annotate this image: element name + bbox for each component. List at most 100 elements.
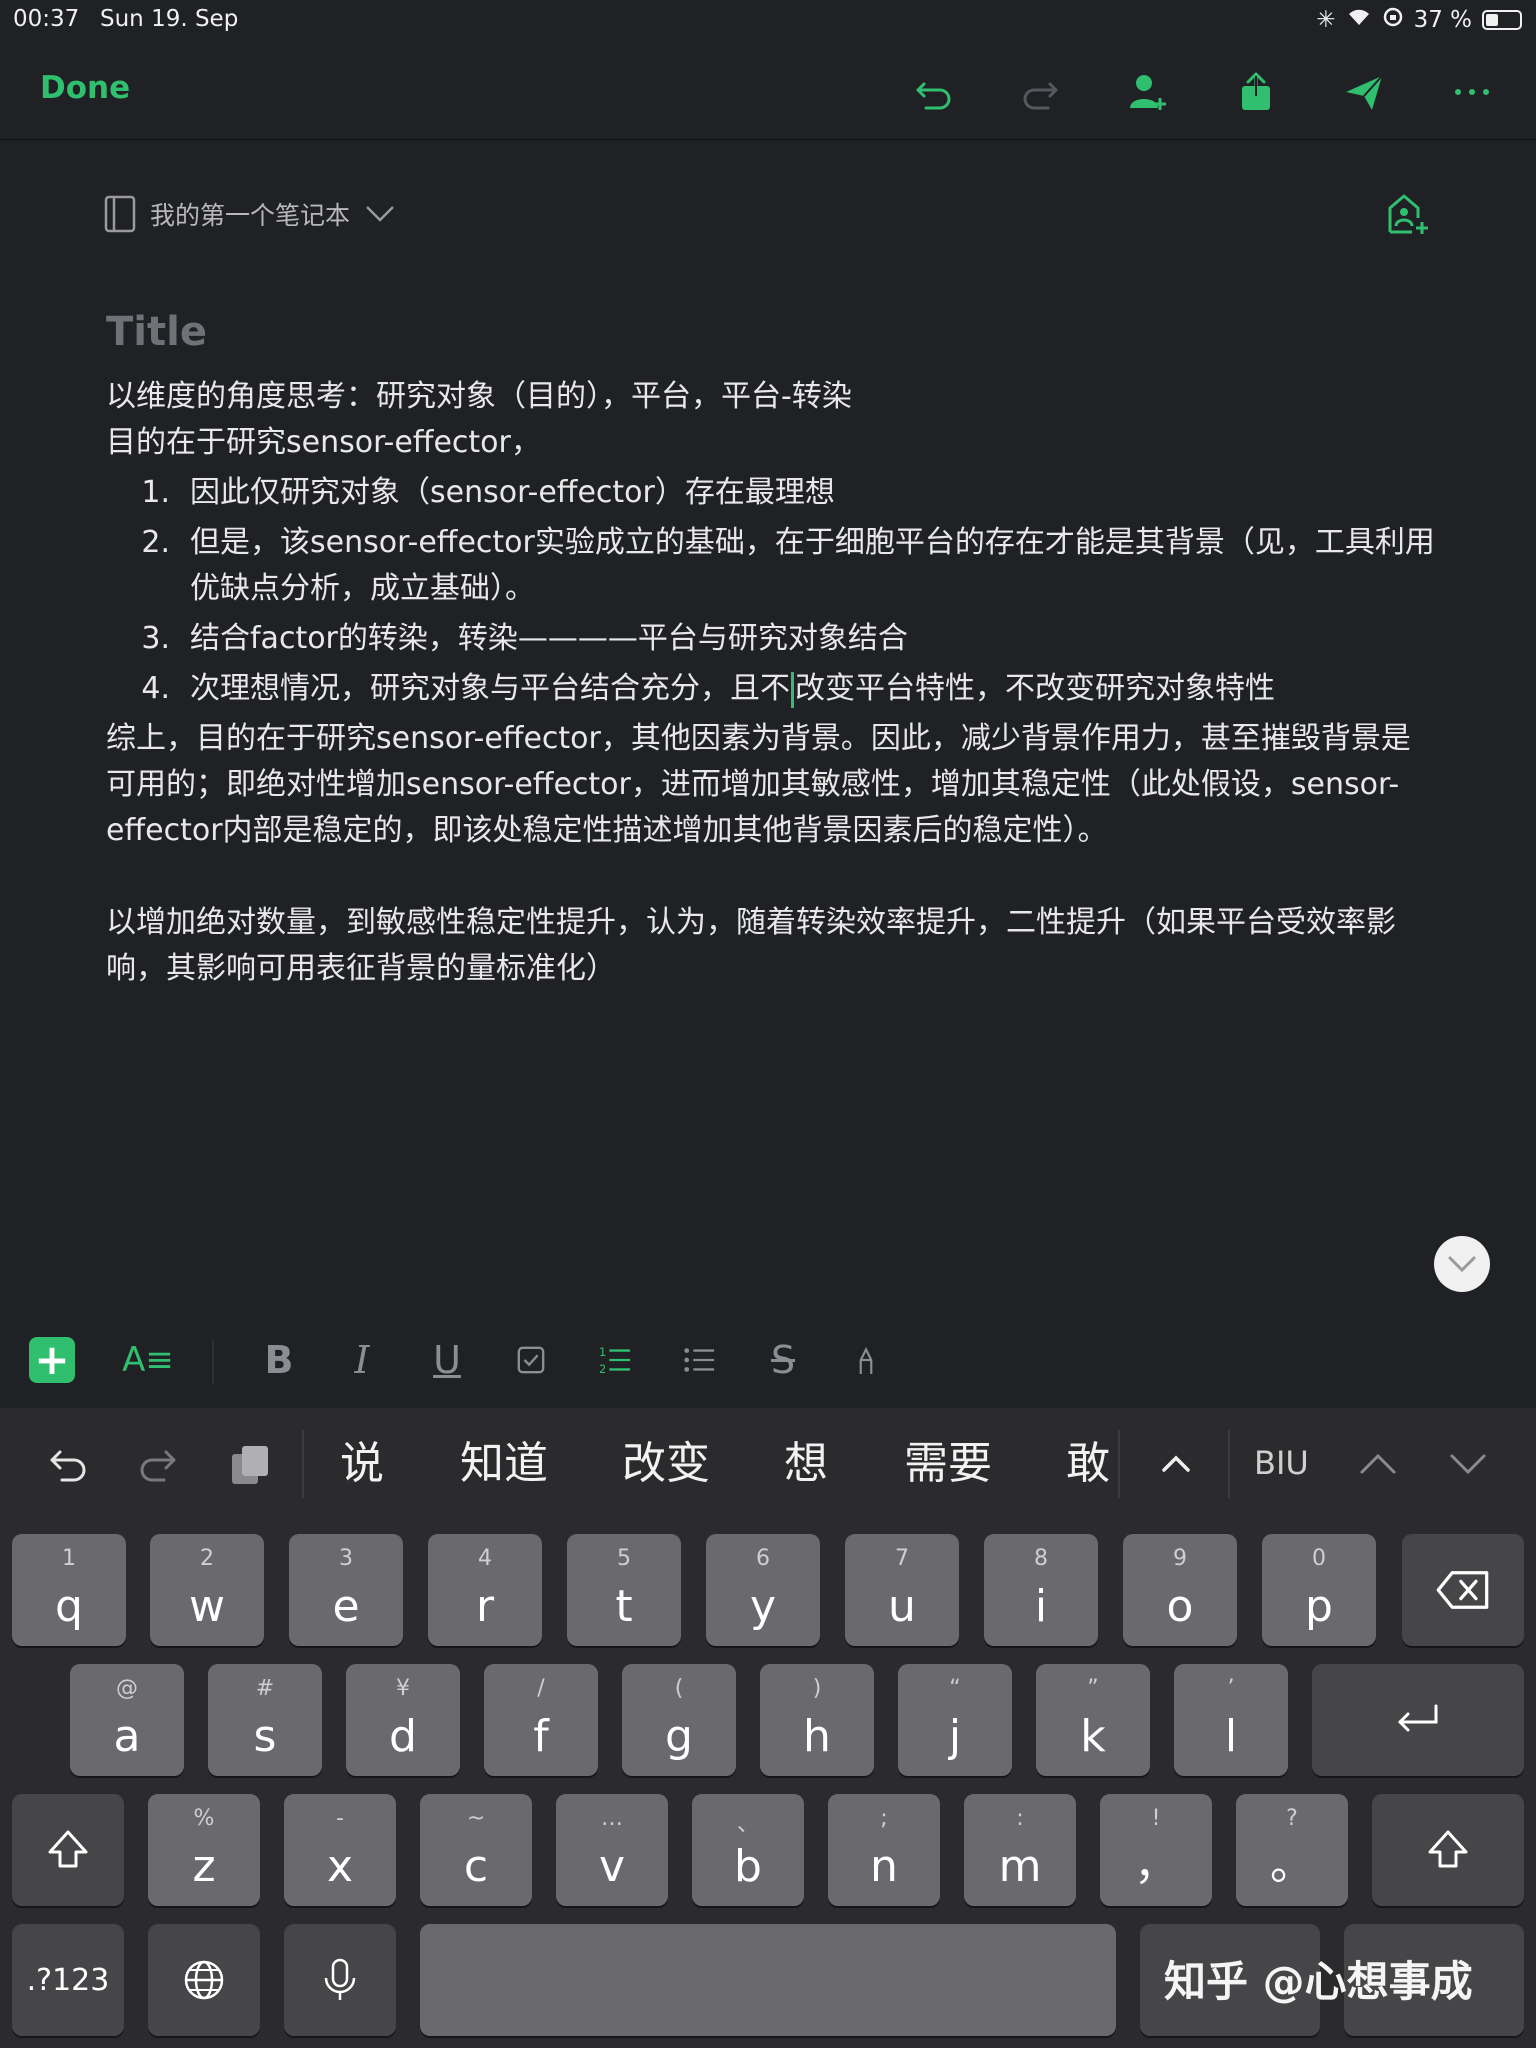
strikethrough-icon[interactable]: S (757, 1334, 809, 1386)
redo-icon[interactable] (1012, 64, 1068, 120)
key-t[interactable]: 5t (567, 1534, 681, 1646)
key-x[interactable]: -x (284, 1794, 396, 1906)
key-g[interactable]: (g (622, 1664, 736, 1776)
divider (302, 1430, 304, 1498)
send-icon[interactable] (1336, 64, 1392, 120)
key-hint-label: 0 (1312, 1546, 1326, 1571)
insert-plus-icon[interactable]: + (29, 1337, 75, 1383)
list-text-after-cursor: 改变平台特性，不改变研究对象特性 (795, 671, 1275, 706)
key-label: w (189, 1581, 225, 1632)
key-label: p (1305, 1581, 1333, 1632)
format-biu-button[interactable]: BIU (1254, 1444, 1309, 1482)
redo-icon[interactable] (130, 1436, 186, 1492)
key-label: t (615, 1581, 633, 1632)
key-w[interactable]: 2w (150, 1534, 264, 1646)
underline-icon[interactable]: U (421, 1334, 473, 1386)
key-hint-label: ~ (466, 1806, 486, 1831)
key-i[interactable]: 8i (984, 1534, 1098, 1646)
bold-icon[interactable]: B (253, 1334, 305, 1386)
key-s[interactable]: # s (208, 1664, 322, 1776)
shift-key-right[interactable] (1372, 1794, 1524, 1906)
empty-line (106, 854, 1436, 900)
key-period[interactable]: ?。 (1236, 1794, 1348, 1906)
chevron-up-icon[interactable] (1148, 1436, 1204, 1492)
chevron-down-icon[interactable] (1440, 1436, 1496, 1492)
list-item: 2. 但是，该sensor-effector实验成立的基础，在于细胞平台的存在才… (106, 520, 1436, 612)
delete-key[interactable] (1402, 1534, 1524, 1646)
key-e[interactable]: 3e (289, 1534, 403, 1646)
globe-key[interactable] (148, 1924, 260, 2036)
key-b[interactable]: 、 b (692, 1794, 804, 1906)
more-icon[interactable] (1444, 64, 1500, 120)
paragraph: 目的在于研究sensor-effector， (106, 425, 541, 460)
space-bar[interactable] (420, 1924, 1116, 2036)
key-hint-label: 2 (200, 1546, 214, 1571)
candidate-word[interactable]: 敢 (1066, 1436, 1110, 1492)
title-input[interactable]: Title (106, 300, 1436, 364)
key-label: g (665, 1711, 693, 1762)
list-number: 4. (141, 671, 170, 706)
key-label: f (533, 1711, 549, 1762)
done-button[interactable]: Done (40, 70, 130, 106)
candidate-word[interactable]: 想 (784, 1436, 828, 1492)
battery-icon (1482, 10, 1522, 30)
bullet-list-icon[interactable] (673, 1334, 725, 1386)
candidate-word[interactable]: 改变 (622, 1436, 710, 1492)
reminder-icon[interactable] (1384, 190, 1430, 236)
key-q[interactable]: 1q (12, 1534, 126, 1646)
highlighter-icon[interactable] (840, 1334, 892, 1386)
undo-icon[interactable] (40, 1436, 96, 1492)
notebook-selector[interactable]: 我的第一个笔记本 (104, 192, 396, 236)
note-editor[interactable]: Title 以维度的角度思考：研究对象（目的），平台，平台-转染 目的在于研究s… (106, 300, 1436, 992)
italic-icon[interactable]: I (336, 1334, 388, 1386)
key-k[interactable]: ” k (1036, 1664, 1150, 1776)
text-style-icon[interactable]: A≡ (122, 1334, 174, 1386)
add-person-icon[interactable] (1120, 64, 1176, 120)
key-y[interactable]: 6y (706, 1534, 820, 1646)
candidate-word[interactable]: 需要 (904, 1436, 992, 1492)
return-key[interactable] (1312, 1664, 1524, 1776)
key-d[interactable]: ¥ d (346, 1664, 460, 1776)
key-n[interactable]: ; n (828, 1794, 940, 1906)
key-u[interactable]: 7u (845, 1534, 959, 1646)
share-icon[interactable] (1228, 64, 1284, 120)
key-label: e (332, 1581, 360, 1632)
candidate-word[interactable]: 知道 (460, 1436, 548, 1492)
list-item: 4. 次理想情况，研究对象与平台结合充分，且不 改变平台特性，不改变研究对象特性 (106, 666, 1436, 712)
chevron-up-icon[interactable] (1350, 1436, 1406, 1492)
key-r[interactable]: 4r (428, 1534, 542, 1646)
key-m[interactable]: :m (964, 1794, 1076, 1906)
shift-key[interactable] (12, 1794, 124, 1906)
key-o[interactable]: 9o (1123, 1534, 1237, 1646)
key-comma[interactable]: !， (1100, 1794, 1212, 1906)
key-z[interactable]: % z (148, 1794, 260, 1906)
key-c[interactable]: ~ c (420, 1794, 532, 1906)
key-f[interactable]: / f (484, 1664, 598, 1776)
paragraph: 综上，目的在于研究sensor-effector，其他因素为背景。因此，减少背景… (106, 721, 1411, 848)
key-v[interactable]: … v (556, 1794, 668, 1906)
key-hint-label: … (601, 1806, 623, 1831)
list-text: 但是，该sensor-effector实验成立的基础，在于细胞平台的存在才能是其… (190, 525, 1435, 606)
key-label: ， (1134, 1839, 1178, 1890)
collapse-keyboard-button[interactable] (1434, 1236, 1490, 1292)
watermark: 知乎 @心想事成 (1164, 1957, 1473, 2006)
undo-icon[interactable] (906, 64, 962, 120)
battery-percent: 37 % (1413, 7, 1472, 33)
candidate-word[interactable]: 说 (340, 1436, 384, 1492)
key-p[interactable]: 0p (1262, 1534, 1376, 1646)
checkbox-icon[interactable] (505, 1334, 557, 1386)
key-a[interactable]: @ a (70, 1664, 184, 1776)
key-label: m (998, 1841, 1042, 1892)
key-hint-label: ¥ (396, 1676, 410, 1701)
clipboard-icon[interactable] (222, 1436, 278, 1492)
microphone-icon (284, 1924, 396, 2036)
chevron-down-icon (366, 206, 394, 222)
key-h[interactable]: ) h (760, 1664, 874, 1776)
key-l[interactable]: ’ l (1174, 1664, 1288, 1776)
key-j[interactable]: “j (898, 1664, 1012, 1776)
numbered-list-icon[interactable]: 12 (589, 1334, 641, 1386)
dictation-key[interactable] (284, 1924, 396, 2036)
numbers-key[interactable]: .?123 (12, 1924, 124, 2036)
key-label: u (888, 1581, 916, 1632)
candidate-bar: 说 知道 改变 想 需要 敢 BIU (0, 1408, 1536, 1520)
